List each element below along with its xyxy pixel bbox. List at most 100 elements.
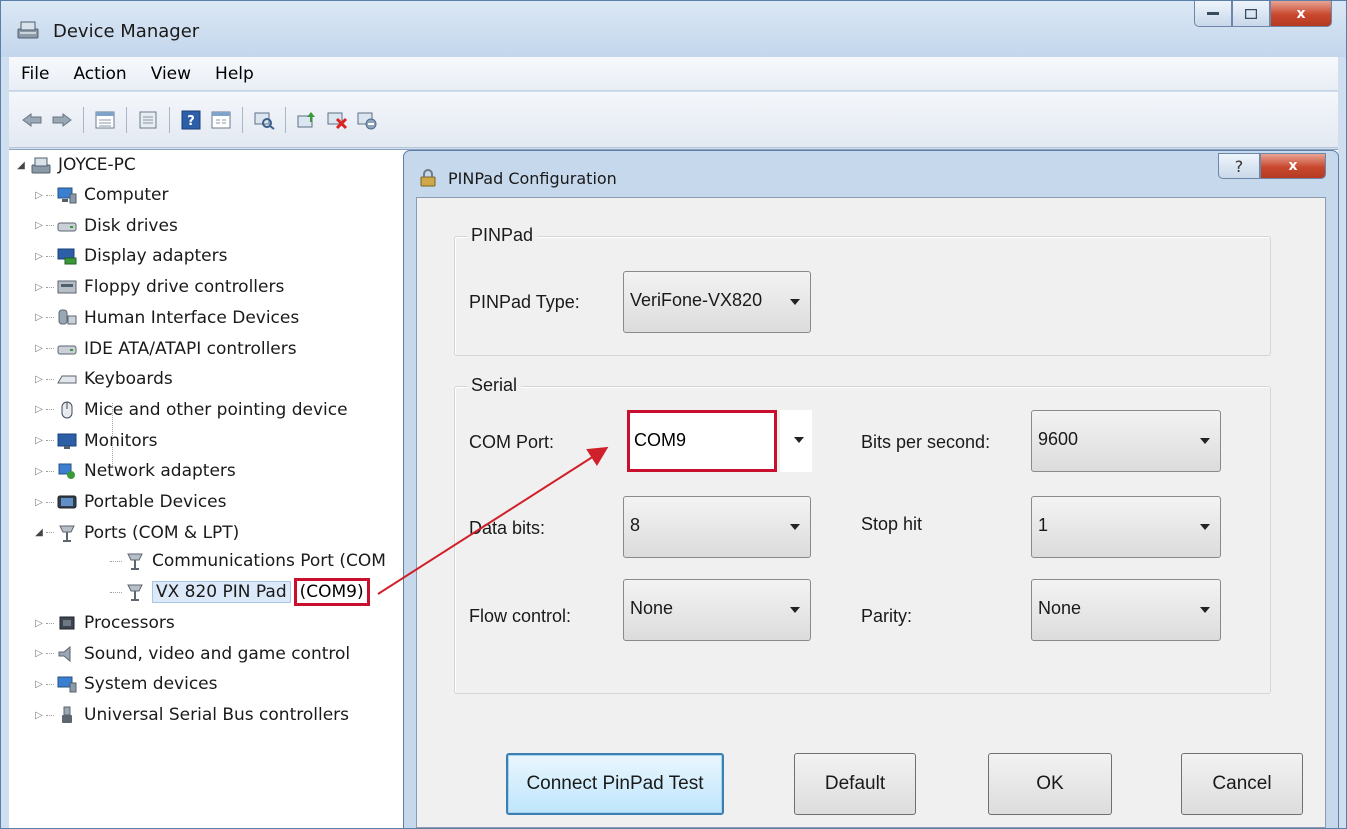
tree-item-system-device[interactable]: ▷ System devices: [32, 670, 217, 698]
tree-item-vx820-pinpad[interactable]: VX 820 PIN Pad (COM9): [110, 578, 370, 606]
expand-icon[interactable]: ▷: [32, 435, 46, 446]
tree-item-ide-controller[interactable]: ▷ IDE ATA/ATAPI controllers: [32, 335, 296, 363]
expand-icon[interactable]: ▷: [32, 312, 46, 323]
tree-item-label: Display adapters: [84, 246, 228, 267]
pinpad-type-value: VeriFone-VX820: [630, 290, 763, 310]
forward-arrow-icon[interactable]: [50, 108, 74, 132]
ok-button[interactable]: OK: [988, 753, 1112, 815]
usb-icon: [56, 705, 78, 725]
tree-item-network-adapter[interactable]: ▷ Network adapters: [32, 457, 236, 485]
maximize-icon: [1245, 8, 1257, 19]
expand-icon[interactable]: ▷: [32, 404, 46, 415]
parity-select[interactable]: None: [1031, 579, 1221, 641]
floppy-controller-icon: [56, 277, 78, 297]
data-bits-select[interactable]: 8: [623, 496, 811, 558]
collapse-icon[interactable]: ◢: [14, 160, 28, 171]
expand-icon[interactable]: ▷: [32, 251, 46, 262]
tree-connector: [46, 501, 54, 503]
tree-item-disk-drive[interactable]: ▷ Disk drives: [32, 212, 178, 240]
menu-file[interactable]: File: [9, 64, 61, 84]
properties-grid-icon[interactable]: [93, 108, 117, 132]
port-icon: [56, 523, 78, 543]
tree-item-usb[interactable]: ▷ Universal Serial Bus controllers: [32, 701, 349, 729]
processor-icon: [56, 613, 78, 633]
com-port-select[interactable]: COM9: [627, 410, 777, 472]
com-port-dropdown[interactable]: [780, 410, 812, 472]
tree-connector: [46, 470, 54, 472]
tree-item-port[interactable]: ◢ Ports (COM & LPT): [32, 519, 239, 547]
close-button[interactable]: x: [1270, 1, 1332, 27]
tree-item-mouse[interactable]: ▷ Mice and other pointing device: [32, 396, 347, 424]
uninstall-device-icon[interactable]: [325, 108, 349, 132]
hid-icon: [56, 308, 78, 328]
back-arrow-icon[interactable]: [20, 108, 44, 132]
tree-connector: [46, 622, 54, 624]
minimize-button[interactable]: [1194, 1, 1232, 27]
expand-icon[interactable]: ▷: [32, 679, 46, 690]
tree-item-portable-device[interactable]: ▷ Portable Devices: [32, 488, 226, 516]
flow-control-value: None: [630, 598, 674, 618]
dialog-close-button[interactable]: x: [1260, 153, 1326, 179]
mouse-icon: [56, 400, 78, 420]
menu-view[interactable]: View: [139, 64, 203, 84]
window-title: Device Manager: [53, 21, 200, 42]
expand-icon[interactable]: ▷: [32, 343, 46, 354]
pinpad-type-select[interactable]: VeriFone-VX820: [623, 271, 811, 333]
chevron-down-icon: [1200, 607, 1210, 613]
disable-device-icon[interactable]: [355, 108, 379, 132]
com-port-label: COM Port:: [469, 432, 555, 452]
tree-item-communications-port[interactable]: Communications Port (COM: [110, 547, 386, 575]
dialog-title-bar[interactable]: PINPad Configuration ? x: [404, 151, 1338, 197]
bits-per-second-select[interactable]: 9600: [1031, 410, 1221, 472]
stop-bits-select[interactable]: 1: [1031, 496, 1221, 558]
maximize-button[interactable]: [1232, 1, 1270, 27]
dialog-title: PINPad Configuration: [448, 169, 617, 188]
chevron-down-icon: [1200, 438, 1210, 444]
flow-control-select[interactable]: None: [623, 579, 811, 641]
tree-connector: [46, 440, 54, 442]
tree-connector: [46, 532, 54, 534]
cancel-button[interactable]: Cancel: [1181, 753, 1303, 815]
expand-icon[interactable]: ▷: [32, 466, 46, 477]
serial-port-icon: [124, 551, 146, 571]
tree-item-monitor[interactable]: ▷ Monitors: [32, 427, 157, 455]
expand-icon[interactable]: ▷: [32, 648, 46, 659]
tree-item-floppy-controller[interactable]: ▷ Floppy drive controllers: [32, 273, 284, 301]
serial-group-label: Serial: [467, 375, 522, 396]
expand-icon[interactable]: ▷: [32, 710, 46, 721]
default-button[interactable]: Default: [794, 753, 916, 815]
sound-icon: [56, 644, 78, 664]
help-icon[interactable]: ?: [179, 108, 203, 132]
expand-icon[interactable]: ▷: [32, 374, 46, 385]
menu-action[interactable]: Action: [61, 64, 138, 84]
expand-icon[interactable]: ▷: [32, 497, 46, 508]
tree-item-label: Monitors: [84, 430, 158, 451]
tree-item-display-adapter[interactable]: ▷ Display adapters: [32, 242, 227, 270]
tree-connector: [46, 317, 54, 319]
update-driver-icon[interactable]: [295, 108, 319, 132]
tree-connector: [46, 194, 54, 196]
tree-connector: [46, 286, 54, 288]
expand-icon[interactable]: ▷: [32, 190, 46, 201]
tree-item-keyboard[interactable]: ▷ Keyboards: [32, 365, 173, 393]
expand-icon[interactable]: ▷: [32, 220, 46, 231]
tree-connector: [46, 714, 54, 716]
scan-hardware-icon[interactable]: [252, 108, 276, 132]
tree-item-processor[interactable]: ▷ Processors: [32, 609, 175, 637]
monitor-icon: [56, 431, 78, 451]
show-hidden-icon[interactable]: [209, 108, 233, 132]
tree-item-sound[interactable]: ▷ Sound, video and game control: [32, 640, 350, 668]
menu-help[interactable]: Help: [203, 64, 266, 84]
tree-item-hid[interactable]: ▷ Human Interface Devices: [32, 304, 299, 332]
tree-item-label: Human Interface Devices: [84, 307, 300, 328]
expand-icon[interactable]: ▷: [32, 618, 46, 629]
vx820-label: VX 820 PIN Pad: [156, 582, 287, 602]
title-bar[interactable]: Device Manager x: [1, 1, 1346, 57]
expand-icon[interactable]: ▷: [32, 282, 46, 293]
tree-item-computer[interactable]: ▷ Computer: [32, 181, 168, 209]
console-icon[interactable]: [136, 108, 160, 132]
help-button[interactable]: ?: [1218, 153, 1260, 179]
collapse-icon[interactable]: ◢: [32, 527, 46, 538]
tree-root[interactable]: ◢ JOYCE-PC: [14, 151, 136, 179]
connect-pinpad-test-button[interactable]: Connect PinPad Test: [506, 753, 724, 815]
